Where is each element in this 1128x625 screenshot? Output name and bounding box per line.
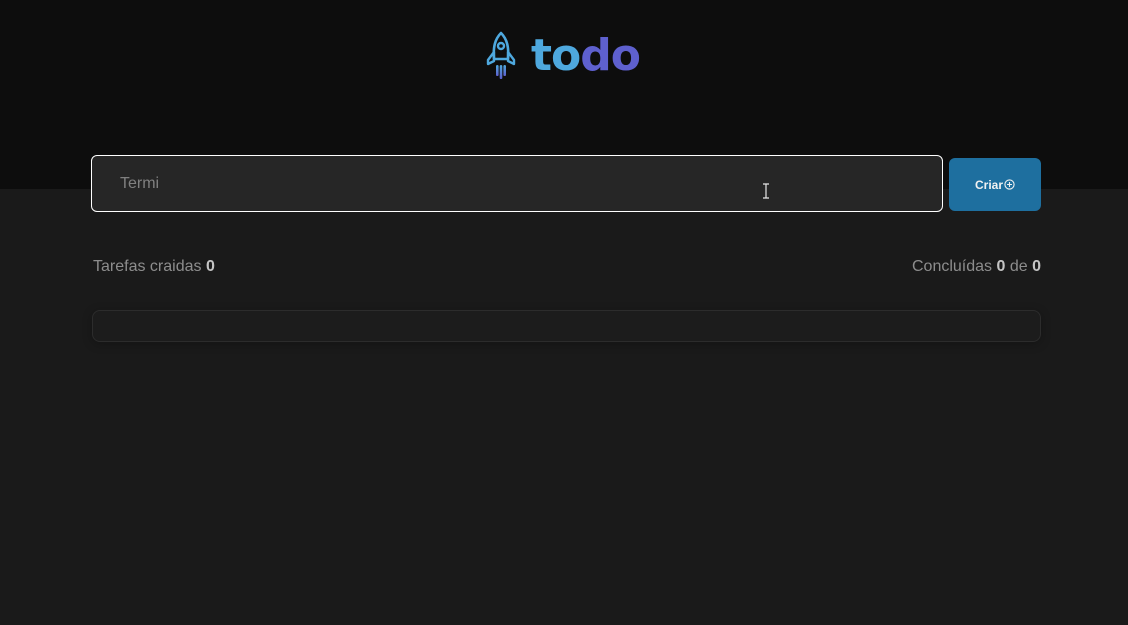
completed-tasks-count: 0 [996, 258, 1006, 275]
logo-text: todo [531, 30, 641, 82]
created-tasks-label: Tarefas craidas [93, 258, 202, 275]
new-task-form: Criar [91, 155, 1041, 212]
task-list [92, 310, 1041, 342]
task-input[interactable] [91, 155, 943, 212]
logo-text-do: do [580, 30, 641, 81]
completed-tasks-stat: Concluídas 0 de 0 [912, 258, 1041, 276]
plus-circle-icon [1004, 179, 1015, 190]
total-tasks-count: 0 [1032, 258, 1041, 275]
created-tasks-stat: Tarefas craidas 0 [93, 258, 215, 276]
logo: todo [485, 30, 641, 82]
completed-tasks-label: Concluídas [911, 258, 993, 275]
completed-tasks-separator: de [1009, 258, 1028, 275]
rocket-icon [486, 31, 516, 79]
create-button[interactable]: Criar [949, 158, 1041, 211]
create-button-label: Criar [974, 177, 1003, 192]
task-stats: Tarefas craidas 0 Concluídas 0 de 0 [93, 258, 1041, 278]
logo-text-to: to [531, 30, 581, 81]
created-tasks-count: 0 [205, 258, 215, 275]
